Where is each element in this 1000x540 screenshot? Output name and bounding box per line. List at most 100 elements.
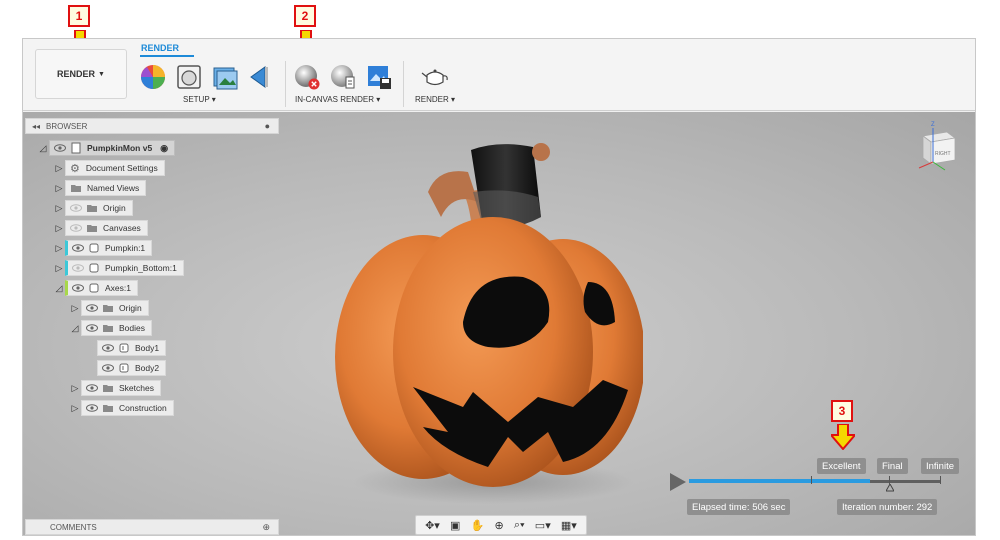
tree-node[interactable]: ▷ Canvases xyxy=(53,220,148,236)
render-label-text: RENDER xyxy=(415,95,449,104)
browser-panel-header[interactable]: ◂◂ BROWSER ● xyxy=(25,118,279,134)
eye-icon[interactable] xyxy=(86,304,98,312)
tree-node[interactable]: ▷ Named Views xyxy=(53,180,147,196)
quality-final-label: Final xyxy=(882,460,903,472)
add-comment-icon[interactable]: ⊕ xyxy=(262,522,270,533)
collapsed-triangle-icon[interactable]: ▷ xyxy=(69,403,81,414)
collapsed-triangle-icon[interactable]: ▷ xyxy=(53,183,65,194)
folder-icon xyxy=(103,305,113,312)
in-canvas-group-label[interactable]: IN-CANVAS RENDER ▾ xyxy=(295,95,380,104)
tree-node-chip[interactable]: Axes:1 xyxy=(65,280,138,296)
setup-group-label[interactable]: SETUP ▾ xyxy=(183,95,216,104)
zoom-icon[interactable]: ⊕ xyxy=(494,519,503,532)
tree-node[interactable]: ▷ Origin xyxy=(53,200,133,216)
scene-settings-icon[interactable] xyxy=(175,63,203,91)
component-icon xyxy=(89,243,99,253)
orbit-icon[interactable]: ✥▾ xyxy=(425,519,440,532)
collapsed-triangle-icon[interactable]: ▷ xyxy=(53,243,65,254)
tab-render[interactable]: RENDER xyxy=(141,43,179,53)
tree-node[interactable]: ▷ Construction xyxy=(69,400,174,416)
tree-node[interactable]: ▷ Pumpkin_Bottom:1 xyxy=(53,260,184,276)
tree-node-chip[interactable]: Bodies xyxy=(81,320,152,336)
eye-hidden-icon[interactable] xyxy=(70,204,82,212)
folder-icon xyxy=(87,225,97,232)
pin-icon[interactable]: ● xyxy=(265,121,270,131)
tree-node-chip[interactable]: Body2 xyxy=(97,360,167,376)
eye-icon[interactable] xyxy=(54,144,66,152)
in-canvas-render-settings-icon[interactable] xyxy=(329,63,357,91)
tree-node[interactable]: ▷ Sketches xyxy=(69,380,161,396)
tree-node-label: Canvases xyxy=(103,223,141,233)
tree-node-chip[interactable]: PumpkinMon v5 ◉ xyxy=(49,140,176,156)
quality-final-button[interactable]: Final xyxy=(877,458,908,474)
tree-node[interactable]: ◿ Bodies xyxy=(69,320,152,336)
tree-node[interactable]: Body2 xyxy=(97,360,167,376)
quality-infinite-label: Infinite xyxy=(926,460,954,472)
display-settings-icon[interactable]: ▭▾ xyxy=(535,519,551,532)
fit-icon[interactable]: ⌕▾ xyxy=(514,519,525,532)
render-teapot-icon[interactable] xyxy=(421,63,449,91)
eye-icon[interactable] xyxy=(86,404,98,412)
collapsed-triangle-icon[interactable]: ▷ xyxy=(53,203,65,214)
tree-node-chip[interactable]: Named Views xyxy=(65,180,147,196)
collapsed-triangle-icon[interactable]: ▷ xyxy=(53,163,65,174)
pan-icon[interactable]: ✋ xyxy=(471,519,485,532)
environment-library-icon[interactable] xyxy=(211,63,239,91)
play-icon[interactable] xyxy=(669,472,687,492)
tree-node-root[interactable]: ◿ PumpkinMon v5 ◉ xyxy=(37,140,176,156)
expanded-triangle-icon[interactable]: ◿ xyxy=(69,323,81,334)
tree-node[interactable]: ▷ ⚙ Document Settings xyxy=(53,160,165,176)
tree-node[interactable]: ◿ Axes:1 xyxy=(53,280,138,296)
eye-icon[interactable] xyxy=(102,344,114,352)
stop-in-canvas-render-icon[interactable] xyxy=(293,63,321,91)
viewcube-axis-label: Z xyxy=(931,122,935,128)
tree-node-chip[interactable]: Origin xyxy=(81,300,149,316)
eye-icon[interactable] xyxy=(86,324,98,332)
appearance-icon[interactable] xyxy=(139,63,167,91)
folder-icon xyxy=(87,205,97,212)
tab-underline xyxy=(140,55,194,57)
canvas-viewport[interactable]: RIGHT Z ◂◂ BROWSER ● ◿ PumpkinMon v5 ◉ ▷ xyxy=(23,112,975,535)
eye-icon[interactable] xyxy=(86,384,98,392)
eye-hidden-icon[interactable] xyxy=(70,224,82,232)
tree-node-chip[interactable]: Canvases xyxy=(65,220,148,236)
viewcube-face-label: RIGHT xyxy=(935,151,951,157)
workspace-switcher-button[interactable]: RENDER ▼ xyxy=(35,49,127,99)
tree-node-chip[interactable]: Body1 xyxy=(97,340,167,356)
tree-node-chip[interactable]: Pumpkin_Bottom:1 xyxy=(65,260,184,276)
expanded-triangle-icon[interactable]: ◿ xyxy=(53,283,65,294)
comments-panel-header[interactable]: COMMENTS ⊕ xyxy=(25,519,279,535)
eye-icon[interactable] xyxy=(72,244,84,252)
callout-3-arrow xyxy=(831,424,855,450)
eye-icon[interactable] xyxy=(72,284,84,292)
eye-hidden-icon[interactable] xyxy=(72,264,84,272)
callout-2: 2 xyxy=(294,5,316,27)
tree-node-chip[interactable]: Construction xyxy=(81,400,174,416)
tree-node-chip[interactable]: Pumpkin:1 xyxy=(65,240,153,256)
tree-node-chip[interactable]: Sketches xyxy=(81,380,161,396)
tree-node[interactable]: ▷ Origin xyxy=(69,300,149,316)
quality-excellent-button[interactable]: Excellent xyxy=(817,458,866,474)
tree-node-label: Origin xyxy=(119,303,142,313)
tree-node-chip[interactable]: Origin xyxy=(65,200,133,216)
quality-infinite-button[interactable]: Infinite xyxy=(921,458,959,474)
collapsed-triangle-icon[interactable]: ▷ xyxy=(69,303,81,314)
decal-icon[interactable] xyxy=(247,63,275,91)
tree-node[interactable]: ▷ Pumpkin:1 xyxy=(53,240,153,256)
gear-icon: ⚙ xyxy=(70,162,80,175)
setup-label-text: SETUP xyxy=(183,95,210,104)
viewcube[interactable]: RIGHT Z xyxy=(911,118,963,174)
capture-image-icon[interactable] xyxy=(365,63,393,91)
collapsed-triangle-icon[interactable]: ▷ xyxy=(53,223,65,234)
eye-icon[interactable] xyxy=(102,364,114,372)
expanded-triangle-icon[interactable]: ◿ xyxy=(37,143,49,154)
tree-node[interactable]: Body1 xyxy=(97,340,167,356)
render-group-label[interactable]: RENDER ▾ xyxy=(415,95,455,104)
radio-active-icon[interactable]: ◉ xyxy=(160,143,168,154)
collapse-panel-icon[interactable]: ◂◂ xyxy=(32,122,40,131)
look-at-icon[interactable]: ▣ xyxy=(450,519,460,532)
collapsed-triangle-icon[interactable]: ▷ xyxy=(53,263,65,274)
collapsed-triangle-icon[interactable]: ▷ xyxy=(69,383,81,394)
tree-node-chip[interactable]: ⚙ Document Settings xyxy=(65,160,165,176)
grid-settings-icon[interactable]: ▦▾ xyxy=(561,519,577,532)
